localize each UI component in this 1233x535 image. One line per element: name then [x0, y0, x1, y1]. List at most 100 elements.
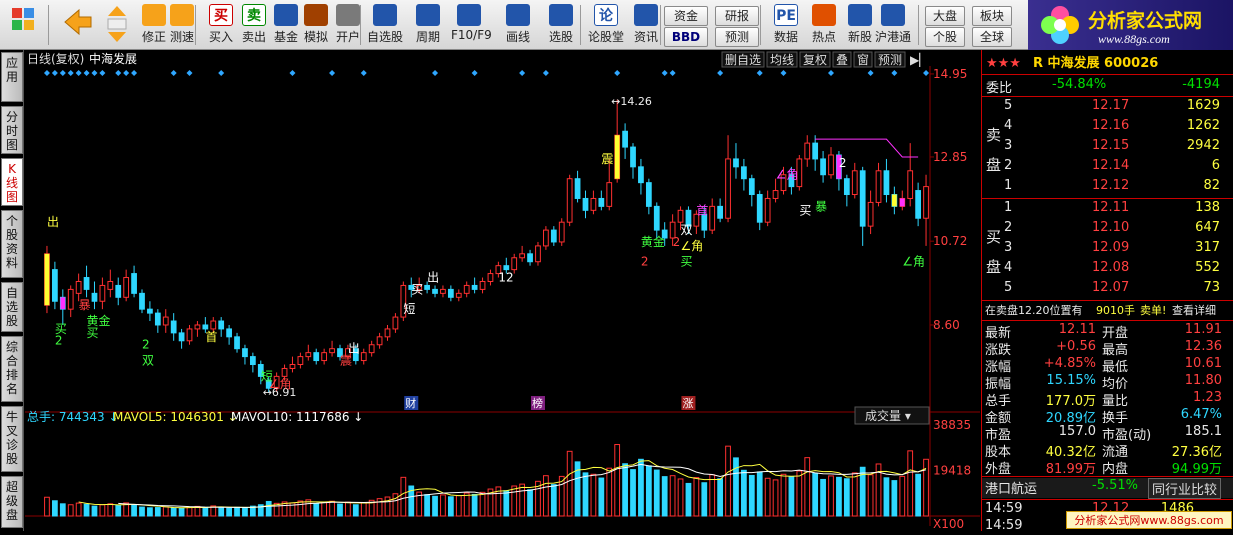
candle[interactable] — [772, 178, 779, 203]
volume-bar[interactable] — [891, 480, 898, 517]
volume-bar[interactable] — [178, 508, 185, 517]
candle[interactable] — [91, 281, 98, 310]
volume-bar[interactable] — [455, 495, 462, 517]
chart-menu-arrow-icon[interactable]: ▶▏ — [910, 52, 928, 67]
candle[interactable] — [812, 135, 819, 171]
left-tab-4[interactable]: 自选股 — [1, 282, 23, 332]
candle[interactable] — [479, 277, 486, 294]
volume-bar[interactable] — [186, 506, 193, 517]
volume-bar[interactable] — [107, 503, 114, 517]
volume-bar[interactable] — [725, 445, 731, 517]
volume-bar[interactable] — [828, 475, 834, 517]
candle[interactable] — [242, 344, 248, 365]
candle[interactable] — [471, 277, 478, 294]
buy-level-row[interactable]: 4 12.08 552 — [982, 260, 1233, 280]
candle[interactable] — [875, 162, 882, 207]
candle[interactable] — [535, 241, 541, 266]
volume-bar[interactable] — [638, 458, 644, 517]
volume-bar[interactable] — [907, 450, 914, 517]
candle[interactable] — [186, 324, 193, 345]
volume-bar[interactable] — [915, 473, 921, 517]
left-tab-5[interactable]: 综合排名 — [1, 336, 23, 402]
candle[interactable] — [329, 340, 335, 357]
yuce-button[interactable]: 预测 — [715, 27, 759, 47]
volume-bar[interactable] — [67, 504, 74, 517]
candle[interactable] — [455, 289, 462, 302]
volume-bar[interactable] — [345, 501, 351, 517]
candle[interactable] — [376, 332, 383, 349]
candle[interactable] — [297, 352, 304, 369]
buy-level-row[interactable]: 1 12.11 138 — [982, 200, 1233, 220]
candle[interactable] — [566, 174, 573, 227]
sell-level-row[interactable]: 3 12.15 2942 — [982, 138, 1233, 158]
volume-bar[interactable] — [202, 506, 209, 517]
scroll-buttons[interactable] — [104, 2, 130, 48]
volume-bar[interactable] — [242, 507, 248, 517]
volume-bar[interactable] — [582, 472, 589, 517]
volume-bar[interactable] — [614, 444, 621, 517]
volume-bar[interactable] — [463, 492, 470, 517]
candle[interactable] — [218, 317, 225, 337]
volume-bar[interactable] — [685, 482, 692, 517]
toolbar-chart-button[interactable]: 选股 — [543, 2, 579, 48]
volume-bar[interactable] — [75, 502, 82, 517]
volume-bar[interactable] — [566, 450, 573, 517]
candle[interactable] — [843, 174, 850, 207]
left-tab-7[interactable]: 超级盘 — [1, 476, 23, 528]
volume-bar[interactable] — [147, 507, 153, 517]
volume-bar[interactable] — [447, 496, 454, 517]
volume-bar[interactable] — [226, 507, 232, 517]
candle[interactable] — [463, 281, 470, 298]
candle[interactable] — [543, 226, 549, 250]
volume-bar[interactable] — [543, 475, 549, 517]
candle[interactable] — [725, 135, 731, 223]
candle[interactable] — [915, 182, 921, 227]
order-notice[interactable]: 在卖盘12.20位置有 9010手 卖单! 查看详细 — [982, 302, 1233, 322]
left-tab-3[interactable]: 个股资料 — [1, 210, 23, 278]
candle[interactable] — [717, 198, 724, 223]
candle[interactable] — [226, 324, 232, 345]
bankuai-button[interactable]: 板块 — [972, 6, 1012, 26]
sector-row[interactable]: 港口航运 -5.51% 同行业比较 — [982, 478, 1233, 499]
volume-bar[interactable] — [653, 469, 660, 517]
candle[interactable] — [368, 340, 375, 357]
volume-bar[interactable] — [99, 504, 106, 517]
candle[interactable] — [392, 313, 399, 333]
candle[interactable] — [645, 178, 652, 215]
candle[interactable] — [764, 190, 771, 227]
candle[interactable] — [487, 269, 494, 286]
volume-bar[interactable] — [733, 457, 739, 517]
candle[interactable] — [527, 249, 533, 266]
volume-bar[interactable] — [741, 469, 747, 517]
volume-bar[interactable] — [598, 477, 605, 517]
volume-bar[interactable] — [511, 485, 518, 517]
brand-banner[interactable]: 分析家公式网 www.88gs.com — [1028, 0, 1233, 50]
volume-bar[interactable] — [550, 484, 557, 517]
candle[interactable] — [75, 273, 82, 302]
candle[interactable] — [622, 123, 628, 159]
volume-bar[interactable] — [297, 500, 304, 517]
candle[interactable] — [99, 277, 106, 310]
volume-bar[interactable] — [519, 483, 526, 517]
volume-bar[interactable] — [772, 479, 779, 517]
sell-level-row[interactable]: 1 12.12 82 — [982, 178, 1233, 198]
app-menu-button[interactable] — [4, 2, 44, 48]
volume-bar[interactable] — [479, 491, 486, 517]
candle[interactable] — [859, 166, 866, 246]
candle[interactable] — [52, 261, 58, 310]
candle[interactable] — [867, 190, 874, 235]
volume-bar[interactable] — [329, 500, 335, 517]
volume-bar[interactable] — [883, 477, 890, 517]
volume-bar[interactable] — [400, 476, 407, 517]
volume-bar[interactable] — [677, 478, 684, 517]
yanbao-button[interactable]: 研报 — [715, 6, 759, 26]
gegu-button[interactable]: 个股 — [925, 27, 965, 47]
volume-bar[interactable] — [843, 478, 850, 517]
volume-bar[interactable] — [630, 469, 636, 517]
candle[interactable] — [883, 158, 890, 203]
candle[interactable] — [590, 190, 597, 215]
toolbar-star-folder-button[interactable]: 自选股 — [367, 2, 403, 48]
volume-bar[interactable] — [170, 507, 177, 517]
back-button[interactable] — [60, 2, 96, 48]
volume-bar[interactable] — [527, 489, 533, 517]
